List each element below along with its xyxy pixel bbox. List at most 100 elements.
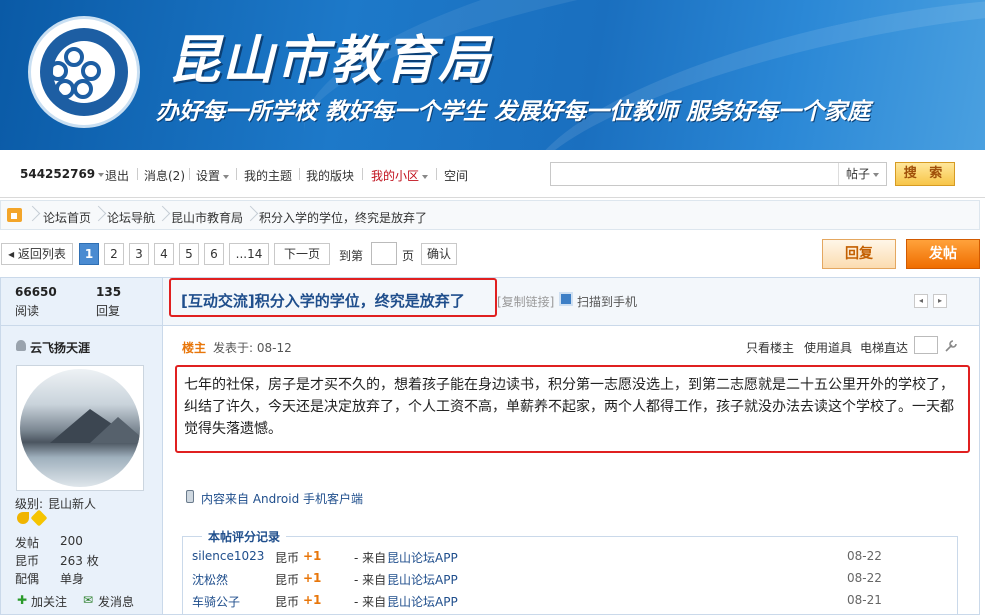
chevron-down-icon	[873, 172, 879, 177]
page-button[interactable]: 5	[179, 243, 199, 265]
avatar[interactable]	[20, 369, 140, 487]
reason-app-link[interactable]: 昆山论坛APP	[387, 573, 458, 587]
breadcrumb-item[interactable]: 论坛导航	[107, 209, 155, 226]
rating-row: silence1023 昆币 +1 - 来自 昆山论坛APP 08-22	[192, 549, 952, 567]
moon-icon	[17, 512, 29, 524]
reason-app-link[interactable]: 昆山论坛APP	[387, 595, 458, 609]
my-area-menu[interactable]: 我的小区	[371, 167, 429, 184]
rating-currency: 昆币	[275, 573, 300, 587]
search-type-select[interactable]: 帖子	[838, 163, 886, 185]
breadcrumb-item[interactable]: 论坛首页	[43, 209, 91, 226]
page-label: 页	[402, 249, 415, 263]
post-content: 七年的社保，房子是才买不久的，想着孩子能在身边读书，积分第一志愿没选上，到第二志…	[184, 377, 954, 437]
use-tool-link[interactable]: 使用道具	[804, 339, 852, 356]
rating-row: 车骑公子 昆币 +1 - 来自 昆山论坛APP 08-21	[192, 593, 952, 611]
send-message-link[interactable]: 发消息	[98, 593, 134, 610]
thread-title[interactable]: [互动交流]积分入学的学位，终究是放弃了	[181, 290, 465, 311]
next-page-button[interactable]: 下一页	[274, 243, 330, 265]
site-slogan: 办好每一所学校 教好每一个学生 发展好每一位教师 服务好每一个家庭	[156, 99, 871, 125]
post-time: 发表于: 08-12	[213, 341, 292, 355]
divider	[436, 168, 437, 180]
reply-button[interactable]: 回复	[822, 239, 896, 269]
level-value: 昆山新人	[48, 497, 97, 511]
page-button[interactable]: 2	[104, 243, 124, 265]
rating-amount: +1	[303, 593, 322, 607]
back-to-list-button[interactable]: ◂ 返回列表	[1, 243, 73, 265]
user-id-menu[interactable]: 544252769	[20, 167, 105, 181]
space-link[interactable]: 空间	[444, 167, 468, 184]
rating-reason-prefix: - 来自	[354, 551, 387, 565]
rating-records-title: 本帖评分记录	[202, 528, 287, 545]
next-thread-icon[interactable]: ▸	[933, 294, 947, 308]
qr-code-icon[interactable]	[559, 292, 573, 306]
search-button[interactable]: 搜 索	[895, 162, 955, 186]
settings-label: 设置	[196, 169, 221, 183]
new-post-button[interactable]: 发帖	[906, 239, 980, 269]
site-banner	[0, 0, 985, 150]
copy-link-button[interactable]: [复制链接]	[497, 293, 554, 310]
rater-link[interactable]: silence1023	[192, 549, 264, 563]
breadcrumb-separator-icon	[245, 205, 253, 225]
scan-to-phone-link[interactable]: 扫描到手机	[577, 293, 637, 310]
education-logo[interactable]	[28, 16, 140, 128]
rating-currency: 昆币	[275, 595, 300, 609]
divider	[189, 168, 190, 180]
reason-app-link[interactable]: 昆山论坛APP	[387, 551, 458, 565]
only-owner-link[interactable]: 只看楼主	[746, 339, 794, 356]
logout-link[interactable]: 退出	[105, 167, 129, 184]
user-id: 544252769	[20, 167, 96, 181]
follow-link[interactable]: 加关注	[31, 593, 67, 610]
mobile-phone-icon	[186, 490, 194, 503]
rating-amount: +1	[303, 571, 322, 585]
settings-menu[interactable]: 设置	[196, 167, 230, 184]
views-count: 66650	[15, 285, 57, 299]
logo-petal	[73, 79, 93, 99]
prev-thread-icon[interactable]: ◂	[914, 294, 928, 308]
elevator-label: 电梯直达	[860, 341, 909, 355]
logo-petal	[81, 61, 101, 81]
author-name[interactable]: 云飞扬天涯	[30, 339, 90, 356]
avatar-mountain	[90, 417, 140, 443]
divider	[236, 168, 237, 180]
messages-link[interactable]: 消息(2)	[144, 167, 185, 184]
logo-petal	[55, 79, 75, 99]
goto-page-input[interactable]	[371, 242, 397, 265]
breadcrumb-current: 积分入学的学位，终究是放弃了	[259, 211, 428, 225]
posts-value: 200	[60, 534, 83, 548]
page-button[interactable]: 6	[204, 243, 224, 265]
page-button[interactable]: 4	[154, 243, 174, 265]
logo-petal	[48, 61, 68, 81]
search-type-label: 帖子	[845, 167, 870, 181]
divider	[137, 168, 138, 180]
page-button[interactable]: 1	[79, 243, 99, 265]
rater-link[interactable]: 车骑公子	[192, 595, 240, 609]
spouse-label: 配偶	[15, 572, 40, 586]
wrench-icon[interactable]	[944, 339, 958, 353]
replies-count: 135	[96, 285, 122, 299]
breadcrumb-separator-icon	[157, 205, 165, 225]
views-label: 阅读	[15, 304, 40, 318]
spouse-value: 单身	[60, 572, 85, 586]
my-topics-link[interactable]: 我的主题	[244, 167, 292, 184]
posts-label: 发帖	[15, 536, 40, 550]
home-icon[interactable]	[7, 208, 22, 222]
page-button[interactable]: ...14	[229, 243, 269, 265]
logo-petal	[64, 47, 84, 67]
android-source-note[interactable]: 内容来自 Android 手机客户端	[201, 490, 363, 507]
breadcrumb-separator-icon	[93, 205, 101, 225]
elevator-floor-input[interactable]	[914, 336, 938, 354]
breadcrumb-item[interactable]: 昆山市教育局	[171, 209, 243, 226]
chevron-down-icon	[98, 172, 105, 177]
my-area-label: 我的小区	[371, 169, 420, 183]
search-input[interactable]	[550, 162, 887, 186]
breadcrumb: 论坛首页 论坛导航 昆山市教育局 积分入学的学位，终究是放弃了	[0, 200, 980, 230]
rater-link[interactable]: 沈松然	[192, 573, 228, 587]
goto-label: 到第	[339, 249, 364, 263]
confirm-page-button[interactable]: 确认	[421, 243, 457, 265]
owner-badge: 楼主	[182, 341, 207, 355]
chevron-down-icon	[223, 174, 230, 179]
page-button[interactable]: 3	[129, 243, 149, 265]
rating-date: 08-22	[847, 549, 882, 563]
rating-amount: +1	[303, 549, 322, 563]
my-sections-link[interactable]: 我的版块	[306, 167, 354, 184]
